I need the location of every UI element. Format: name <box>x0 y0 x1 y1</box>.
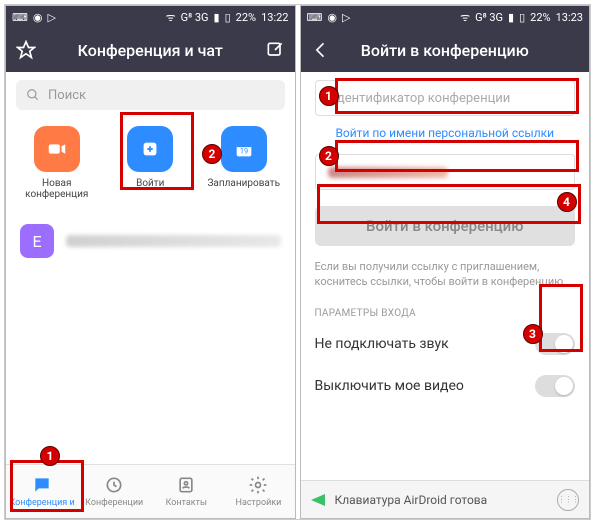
tab-contacts[interactable]: Контакты <box>150 465 222 518</box>
search-input[interactable]: Поиск <box>16 80 285 110</box>
svg-text:19: 19 <box>240 147 248 156</box>
phone-right: ⌨ ◉ ▷ ᯤ G⁸ 3G ▮ ▯ 22% 13:23 Войти в конф… <box>300 5 591 519</box>
tab-chat[interactable]: Конференция и <box>6 465 78 518</box>
clock-icon <box>104 475 124 495</box>
schedule-button[interactable]: 19 Запланировать <box>201 126 287 200</box>
avatar: Е <box>20 224 54 258</box>
kb-indicator-icon: ⌨ <box>307 11 323 24</box>
phone-left: ⌨ ◉ ▷ ᯤ G⁸ 3G ▮ ▯ 22% 13:22 Конференция … <box>5 5 296 519</box>
clock: 13:23 <box>556 11 583 24</box>
audio-switch[interactable] <box>535 333 575 355</box>
keyboard-bar: Клавиатура AirDroid готова ⋮⋮⋮ <box>301 480 590 518</box>
tab-meetings[interactable]: Конференции <box>78 465 150 518</box>
join-meeting-button[interactable]: Войти в конференцию <box>315 206 576 246</box>
back-icon[interactable] <box>311 40 331 60</box>
kb-grid-icon[interactable]: ⋮⋮⋮ <box>557 489 579 511</box>
name-blurred <box>328 167 448 178</box>
compose-icon[interactable] <box>265 40 285 60</box>
annotation-dot-1: 1 <box>40 446 60 466</box>
wifi-icon: ᯤ <box>460 10 470 25</box>
plus-box-icon <box>139 138 161 160</box>
kb-indicator-icon: ⌨ <box>12 11 28 24</box>
appbar: Конференция и чат <box>6 28 295 72</box>
chat-bubble-icon <box>32 475 52 495</box>
tab-settings[interactable]: Настройки <box>222 465 294 518</box>
contact-name-blurred <box>66 235 281 247</box>
tabbar: Конференция и Конференции Контакты Настр… <box>6 464 295 518</box>
signal-icon: ▮ <box>508 11 514 24</box>
network-text: G⁸ 3G <box>475 11 503 24</box>
kb-arrow-icon <box>311 494 325 506</box>
new-meeting-button[interactable]: Новая конференция <box>14 126 100 200</box>
clock: 13:22 <box>261 11 288 24</box>
search-placeholder: Поиск <box>48 88 86 103</box>
gear-icon <box>248 475 268 495</box>
page-title: Войти в конференцию <box>341 41 550 60</box>
network-text: G⁸ 3G <box>181 11 209 24</box>
keyboard-status: Клавиатура AirDroid готова <box>335 493 488 507</box>
calendar-icon: 19 <box>233 138 255 160</box>
personal-link-button[interactable]: Войти по имени персональной ссылки <box>301 124 590 146</box>
meeting-id-input[interactable]: Идентификатор конференции <box>315 80 576 116</box>
wifi-icon: ᯤ <box>166 10 176 25</box>
playstore-icon: ▷ <box>342 11 350 24</box>
appbar: Войти в конференцию <box>301 28 590 72</box>
toggle-audio-row: Не подключать звук <box>301 323 590 365</box>
statusbar: ⌨ ◉ ▷ ᯤ G⁸ 3G ▮ ▯ 22% 13:22 <box>6 6 295 28</box>
contacts-icon <box>176 475 196 495</box>
section-label: ПАРАМЕТРЫ ВХОДА <box>301 300 590 323</box>
name-input[interactable] <box>315 154 576 190</box>
favorites-star-icon[interactable] <box>16 40 36 60</box>
page-title: Конференция и чат <box>46 41 255 60</box>
search-icon <box>26 88 40 102</box>
battery-pct: 22% <box>236 11 256 24</box>
battery-pct: 22% <box>530 11 550 24</box>
viber-icon: ◉ <box>33 11 43 24</box>
battery-icon: ▯ <box>519 11 525 24</box>
statusbar: ⌨ ◉ ▷ ᯤ G⁸ 3G ▮ ▯ 22% 13:23 <box>301 6 590 28</box>
toggle-video-row: Выключить мое видео <box>301 365 590 407</box>
help-text: Если вы получили ссылку с приглашением, … <box>301 254 590 300</box>
camera-icon <box>46 138 68 160</box>
signal-icon: ▮ <box>214 11 220 24</box>
playstore-icon: ▷ <box>48 11 56 24</box>
viber-icon: ◉ <box>327 11 337 24</box>
action-row: Новая конференция Войти 19 Запланировать <box>6 118 295 214</box>
video-switch[interactable] <box>535 375 575 397</box>
contact-row[interactable]: Е <box>6 214 295 268</box>
join-button[interactable]: Войти <box>107 126 193 200</box>
battery-icon: ▯ <box>225 11 231 24</box>
